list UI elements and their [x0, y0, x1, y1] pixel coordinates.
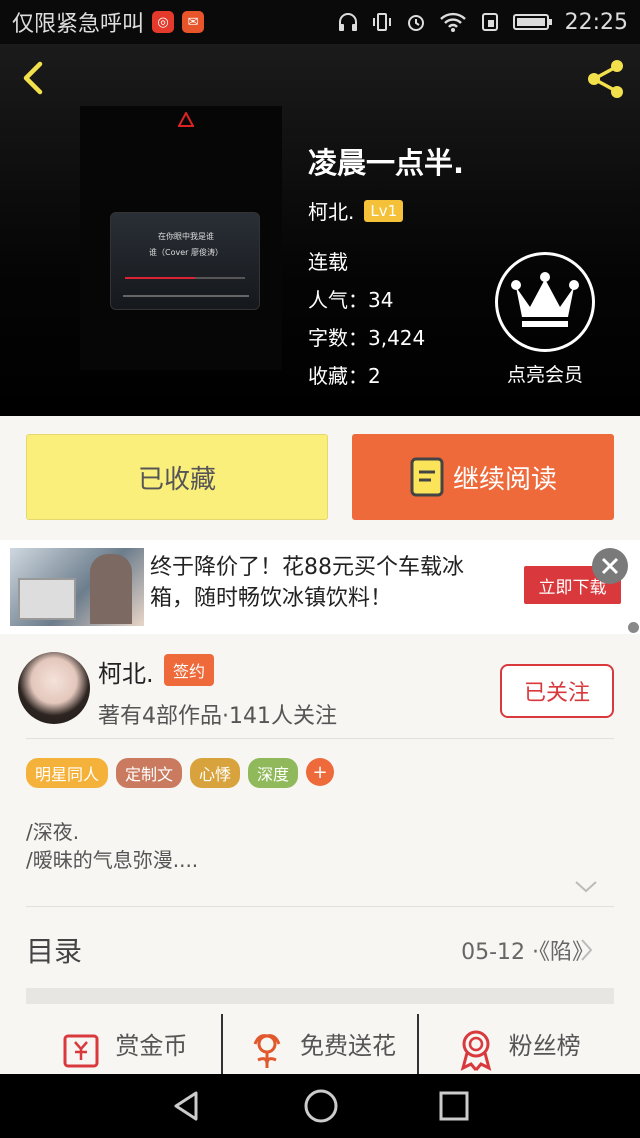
battery-icon [512, 14, 552, 30]
book-header: 在你眼中我是谁 谁（Cover 廖俊涛） 凌晨一点半. 柯北. Lv1 连载 人… [0, 44, 640, 416]
share-icon[interactable] [582, 56, 628, 102]
wifi-icon [439, 12, 466, 32]
popularity-stat: 人气：34 [308, 288, 394, 312]
author-name[interactable]: 柯北. [98, 654, 154, 689]
netease-music-icon: ◎ [152, 11, 175, 33]
action-bar: 已收藏 继续阅读 [0, 416, 640, 540]
author-card: 柯北. 签约 著有4部作品·141人关注 已关注 明星同人 定制文 心悸 深度 … [0, 634, 640, 1074]
cover-text-line2: 谁（Cover 廖俊涛） [149, 248, 223, 257]
tag[interactable]: 定制文 [116, 758, 183, 788]
crown-icon [511, 272, 579, 327]
book-cover: 在你眼中我是谁 谁（Cover 廖俊涛） [80, 106, 282, 370]
fan-ranking-button[interactable]: 粉丝榜 [419, 1014, 614, 1074]
toc-latest-chapter[interactable]: 05-12 ·《陷》 [461, 934, 594, 966]
hazard-icon [178, 112, 194, 127]
tag-list: 明星同人 定制文 心悸 深度 + [26, 758, 335, 788]
ad-text: 终于降价了！花88元买个车载冰箱，随时畅饮冰镇饮料！ [150, 555, 464, 611]
status-bar: 仅限紧急呼叫 ◎ ✉ 22:25 [0, 0, 640, 44]
vibrate-icon [372, 13, 391, 31]
book-status: 连载 [308, 250, 348, 274]
divider [26, 906, 614, 907]
cover-text-line1: 在你眼中我是谁 [158, 232, 214, 241]
carrier-text: 仅限紧急呼叫 [12, 12, 145, 37]
add-tag-button[interactable]: + [306, 758, 335, 786]
ad-banner[interactable]: 终于降价了！花88元买个车载冰箱，随时畅饮冰镇饮料！ 立即下载 [0, 540, 640, 634]
alarm-icon [407, 15, 424, 31]
system-nav-bar [0, 1074, 640, 1138]
car-screen: 在你眼中我是谁 谁（Cover 廖俊涛） [110, 212, 260, 310]
follow-button[interactable]: 已关注 [500, 664, 614, 718]
continue-reading-button[interactable]: 继续阅读 [352, 434, 614, 520]
tag[interactable]: 心悸 [190, 758, 241, 788]
book-description: /深夜. /暧昧的气息弥漫.... [26, 820, 199, 872]
home-nav-icon[interactable] [303, 1088, 339, 1124]
medal-icon [460, 1030, 491, 1071]
level-badge: Lv1 [364, 199, 404, 222]
ad-image [10, 548, 144, 626]
ad-info-icon [628, 622, 639, 633]
chevron-down-icon[interactable] [574, 880, 598, 894]
vip-label: 点亮会员 [506, 364, 583, 386]
close-icon[interactable] [592, 548, 628, 584]
book-author[interactable]: 柯北. [308, 196, 354, 225]
collected-button[interactable]: 已收藏 [26, 434, 328, 520]
back-icon[interactable] [14, 58, 54, 98]
word-count-stat: 字数：3,424 [308, 326, 426, 350]
author-subtitle: 著有4部作品·141人关注 [98, 704, 337, 729]
book-title: 凌晨一点半. [308, 146, 465, 180]
flower-icon [253, 1034, 281, 1068]
coin-icon [63, 1034, 99, 1068]
divider [26, 738, 614, 739]
section-separator [26, 988, 614, 1004]
clock-time: 22:25 [564, 9, 628, 35]
tag[interactable]: 明星同人 [26, 758, 109, 788]
vip-button[interactable]: 点亮会员 [490, 252, 600, 387]
toc-title[interactable]: 目录 [26, 930, 82, 970]
reward-coins-button[interactable]: 赏金币 [26, 1014, 223, 1074]
sim-icon [481, 13, 498, 31]
feature-bar: 赏金币 免费送花 粉丝榜 [26, 1014, 614, 1074]
mail-icon: ✉ [182, 11, 205, 33]
signed-badge: 签约 [164, 654, 215, 686]
send-flower-button[interactable]: 免费送花 [223, 1014, 420, 1074]
book-icon [410, 457, 444, 497]
recents-nav-icon[interactable] [438, 1090, 470, 1122]
headphones-icon [338, 13, 357, 31]
back-nav-icon[interactable] [170, 1089, 204, 1123]
tag[interactable]: 深度 [248, 758, 299, 788]
chevron-right-icon[interactable] [580, 938, 594, 962]
favorites-stat: 收藏：2 [308, 364, 381, 388]
avatar[interactable] [18, 652, 90, 724]
